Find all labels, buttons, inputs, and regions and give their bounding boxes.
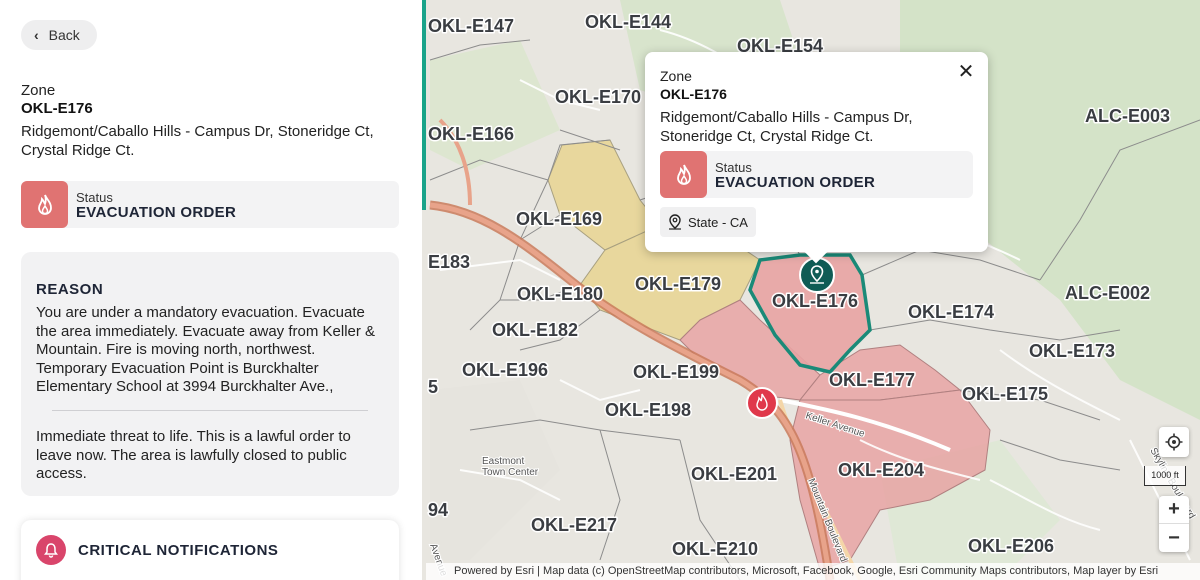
popup-status-value: EVACUATION ORDER — [715, 174, 876, 191]
zone-popup: Zone OKL-E176 Ridgemont/Caballo Hills - … — [645, 52, 988, 252]
zone-label: OKL-E199 — [633, 362, 719, 382]
status-value: EVACUATION ORDER — [76, 204, 237, 221]
zone-label: 5 — [428, 377, 438, 397]
map-selection-edge — [422, 0, 426, 210]
zone-label: OKL-E206 — [968, 536, 1054, 556]
reason-text-secondary: Immediate threat to life. This is a lawf… — [36, 428, 351, 482]
zone-label: OKL-E177 — [829, 370, 915, 390]
reason-text: You are under a mandatory evacuation. Ev… — [36, 304, 376, 395]
zone-label: OKL-E166 — [428, 124, 514, 144]
map-attribution: Powered by Esri | Map data (c) OpenStree… — [426, 563, 1200, 580]
popup-zone-label: Zone — [660, 68, 692, 84]
location-pin-marker[interactable] — [799, 257, 835, 293]
zoom-controls: + − — [1159, 496, 1189, 552]
back-button[interactable]: ‹ Back — [21, 20, 97, 50]
zoom-out-button[interactable]: − — [1159, 524, 1189, 552]
zone-label: OKL-E210 — [672, 539, 758, 559]
zone-label: OKL-E182 — [492, 320, 578, 340]
state-chip[interactable]: State - CA — [660, 207, 756, 237]
zone-label: OKL-E147 — [428, 16, 514, 36]
fire-icon — [21, 181, 68, 228]
zone-label: ALC-E003 — [1085, 106, 1170, 126]
status-card: Status EVACUATION ORDER — [21, 181, 399, 228]
zone-label: Zone — [21, 82, 56, 99]
zone-label: OKL-E170 — [555, 87, 641, 107]
zone-label: 94 — [428, 500, 448, 520]
locate-icon[interactable] — [1159, 427, 1189, 457]
zone-label: OKL-E179 — [635, 274, 721, 294]
zone-label: OKL-E176 — [772, 291, 858, 311]
zone-id: OKL-E176 — [21, 100, 93, 117]
zone-label: OKL-E196 — [462, 360, 548, 380]
bell-icon — [36, 535, 66, 565]
back-label: Back — [48, 27, 80, 43]
zone-label: OKL-E173 — [1029, 341, 1115, 361]
zone-label: OKL-E169 — [516, 209, 602, 229]
notifications-title: CRITICAL NOTIFICATIONS — [78, 542, 279, 559]
map-scale: 1000 ft — [1144, 466, 1186, 486]
popup-zone-description: Ridgemont/Caballo Hills - Campus Dr, Sto… — [660, 109, 913, 145]
status-label: Status — [76, 190, 113, 205]
popup-zone-id: OKL-E176 — [660, 86, 727, 102]
popup-status-label: Status — [715, 160, 752, 175]
popup-status-card: Status EVACUATION ORDER — [660, 151, 973, 198]
zone-detail-panel: ‹ Back Zone OKL-E176 Ridgemont/Caballo H… — [0, 0, 422, 580]
zone-label: OKL-E201 — [691, 464, 777, 484]
zone-label: OKL-E217 — [531, 515, 617, 535]
zone-label: ALC-E002 — [1065, 283, 1150, 303]
location-pin-icon — [669, 214, 681, 230]
divider — [52, 410, 368, 411]
close-icon[interactable]: ✕ — [956, 62, 976, 82]
zone-label: OKL-E198 — [605, 400, 691, 420]
zone-label: OKL-E175 — [962, 384, 1048, 404]
chevron-left-icon: ‹ — [34, 27, 39, 43]
critical-notifications-card[interactable]: CRITICAL NOTIFICATIONS — [21, 520, 399, 580]
state-chip-label: State - CA — [688, 214, 748, 230]
zone-label: OKL-E144 — [585, 12, 671, 32]
zone-label: OKL-E204 — [838, 460, 924, 480]
zone-label: OKL-E174 — [908, 302, 994, 322]
zone-label: E183 — [428, 252, 470, 272]
reason-title: REASON — [36, 281, 104, 298]
fire-icon — [660, 151, 707, 198]
zone-description: Ridgemont/Caballo Hills - Campus Dr, Sto… — [21, 123, 374, 159]
zoom-in-button[interactable]: + — [1159, 496, 1189, 524]
fire-marker[interactable] — [746, 387, 778, 419]
reason-card: REASON You are under a mandatory evacuat… — [21, 252, 399, 496]
zone-label: OKL-E180 — [517, 284, 603, 304]
